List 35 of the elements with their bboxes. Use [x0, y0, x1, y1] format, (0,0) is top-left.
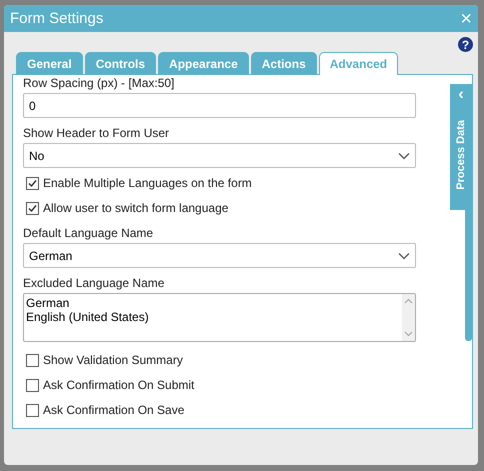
- field-label: Row Spacing (px) - [Max:50]: [23, 76, 176, 90]
- side-tab-label: Process Data: [455, 120, 467, 190]
- chevron-down-icon: [398, 152, 410, 160]
- dropdown[interactable]: German: [23, 243, 416, 268]
- checkbox-label: Allow user to switch form language: [43, 201, 228, 215]
- input-field[interactable]: 0: [23, 93, 416, 118]
- dropdown[interactable]: No: [23, 143, 416, 168]
- checkbox[interactable]: [26, 176, 39, 190]
- checkbox[interactable]: [26, 378, 39, 392]
- field-label: Excluded Language Name: [23, 276, 166, 290]
- tab[interactable]: General: [16, 52, 83, 74]
- tab[interactable]: Appearance: [158, 52, 249, 74]
- window-title: Form Settings: [10, 10, 104, 27]
- tab[interactable]: Actions: [250, 52, 317, 74]
- checkbox-label: Show Validation Summary: [43, 353, 183, 367]
- checkbox-label: Enable Multiple Languages on the form: [43, 176, 252, 190]
- help-icon[interactable]: ?: [458, 37, 473, 52]
- list-option[interactable]: German: [26, 296, 400, 310]
- chevron-down-icon: [398, 252, 410, 260]
- field-label: Default Language Name: [23, 226, 154, 240]
- list-box[interactable]: German English (United States): [23, 293, 416, 342]
- checkbox[interactable]: [26, 202, 39, 214]
- tab[interactable]: Controls: [84, 52, 156, 74]
- tab[interactable]: Advanced: [318, 52, 398, 75]
- checkbox-label: Ask Confirmation On Save: [43, 403, 184, 417]
- field-label: Show Header to Form User: [23, 126, 170, 140]
- checkbox[interactable]: [26, 354, 39, 366]
- checkbox-label: Ask Confirmation On Submit: [43, 378, 194, 392]
- list-option[interactable]: English (United States): [26, 310, 400, 324]
- scrollbar[interactable]: [402, 294, 415, 341]
- collapse-arrow-icon[interactable]: ‹: [458, 88, 464, 102]
- close-button[interactable]: ×: [458, 8, 474, 28]
- caret-up-icon: [404, 298, 413, 304]
- caret-down-icon: [404, 331, 413, 337]
- checkbox[interactable]: [26, 404, 39, 416]
